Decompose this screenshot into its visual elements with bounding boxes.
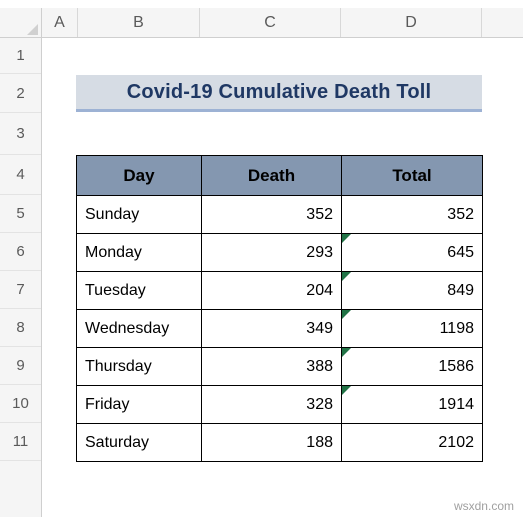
cell-total-sunday[interactable]: 352 — [341, 195, 483, 234]
cell-total-saturday[interactable]: 2102 — [341, 423, 483, 462]
column-header-c[interactable]: C — [200, 8, 341, 37]
cell-day-friday[interactable]: Friday — [76, 385, 202, 424]
table-row: Thursday 388 1586 — [76, 347, 483, 386]
cell-total-friday[interactable]: 1914 — [341, 385, 483, 424]
table-row: Monday 293 645 — [76, 233, 483, 272]
table-row: Saturday 188 2102 — [76, 423, 483, 462]
table-row: Friday 328 1914 — [76, 385, 483, 424]
row-header-strip: 1 2 3 4 5 6 7 8 9 10 11 — [0, 38, 42, 517]
column-header-death[interactable]: Death — [201, 155, 342, 196]
row-header-10[interactable]: 10 — [0, 385, 41, 423]
row-header-7[interactable]: 7 — [0, 271, 41, 309]
column-header-e[interactable] — [482, 8, 523, 37]
spreadsheet-canvas: A B C D 1 2 3 4 5 6 7 8 9 10 11 Covid-19… — [0, 0, 523, 517]
cell-total-value: 352 — [447, 205, 474, 223]
column-header-total[interactable]: Total — [341, 155, 483, 196]
row-header-2[interactable]: 2 — [0, 74, 41, 113]
cell-day-thursday[interactable]: Thursday — [76, 347, 202, 386]
cell-total-value: 1914 — [438, 395, 474, 413]
table-row: Wednesday 349 1198 — [76, 309, 483, 348]
cell-death-sunday[interactable]: 352 — [201, 195, 342, 234]
cell-total-value: 1586 — [438, 357, 474, 375]
cell-death-wednesday[interactable]: 349 — [201, 309, 342, 348]
table-row: Tuesday 204 849 — [76, 271, 483, 310]
covid-death-toll-table: Day Death Total Sunday 352 352 Monday 29… — [76, 155, 483, 462]
error-indicator-icon[interactable] — [342, 310, 351, 319]
column-header-a[interactable]: A — [42, 8, 78, 37]
report-title-cell[interactable]: Covid-19 Cumulative Death Toll — [76, 75, 482, 112]
error-indicator-icon[interactable] — [342, 272, 351, 281]
error-indicator-icon[interactable] — [342, 348, 351, 357]
row-header-6[interactable]: 6 — [0, 233, 41, 271]
error-indicator-icon[interactable] — [342, 386, 351, 395]
row-header-11[interactable]: 11 — [0, 423, 41, 461]
cell-death-friday[interactable]: 328 — [201, 385, 342, 424]
table-header-row: Day Death Total — [76, 155, 483, 196]
error-indicator-icon[interactable] — [342, 234, 351, 243]
cell-total-value: 1198 — [439, 319, 474, 337]
cell-day-monday[interactable]: Monday — [76, 233, 202, 272]
row-header-4[interactable]: 4 — [0, 155, 41, 195]
cell-total-value: 645 — [447, 243, 474, 261]
row-header-8[interactable]: 8 — [0, 309, 41, 347]
cell-day-sunday[interactable]: Sunday — [76, 195, 202, 234]
table-row: Sunday 352 352 — [76, 195, 483, 234]
select-all-corner-button[interactable] — [0, 8, 42, 37]
row-header-3[interactable]: 3 — [0, 113, 41, 155]
cell-death-saturday[interactable]: 188 — [201, 423, 342, 462]
grid-content-area: Covid-19 Cumulative Death Toll Day Death… — [42, 38, 523, 517]
cell-total-monday[interactable]: 645 — [341, 233, 483, 272]
cell-day-wednesday[interactable]: Wednesday — [76, 309, 202, 348]
cell-death-thursday[interactable]: 388 — [201, 347, 342, 386]
row-header-1[interactable]: 1 — [0, 38, 41, 74]
column-header-day[interactable]: Day — [76, 155, 202, 196]
page-title: Covid-19 Cumulative Death Toll — [126, 80, 432, 103]
cell-day-saturday[interactable]: Saturday — [76, 423, 202, 462]
column-header-d[interactable]: D — [341, 8, 482, 37]
table-body: Sunday 352 352 Monday 293 645 Tuesday 20… — [76, 195, 483, 462]
row-header-9[interactable]: 9 — [0, 347, 41, 385]
cell-total-thursday[interactable]: 1586 — [341, 347, 483, 386]
row-header-5[interactable]: 5 — [0, 195, 41, 233]
cell-total-value: 849 — [447, 281, 474, 299]
cell-total-value: 2102 — [438, 433, 474, 451]
watermark: wsxdn.com — [453, 499, 514, 513]
cell-total-tuesday[interactable]: 849 — [341, 271, 483, 310]
select-all-triangle-icon — [27, 24, 38, 35]
cell-day-tuesday[interactable]: Tuesday — [76, 271, 202, 310]
cell-death-tuesday[interactable]: 204 — [201, 271, 342, 310]
cell-total-wednesday[interactable]: 1198 — [341, 309, 483, 348]
column-header-b[interactable]: B — [78, 8, 200, 37]
column-header-strip: A B C D — [0, 8, 523, 38]
cell-death-monday[interactable]: 293 — [201, 233, 342, 272]
